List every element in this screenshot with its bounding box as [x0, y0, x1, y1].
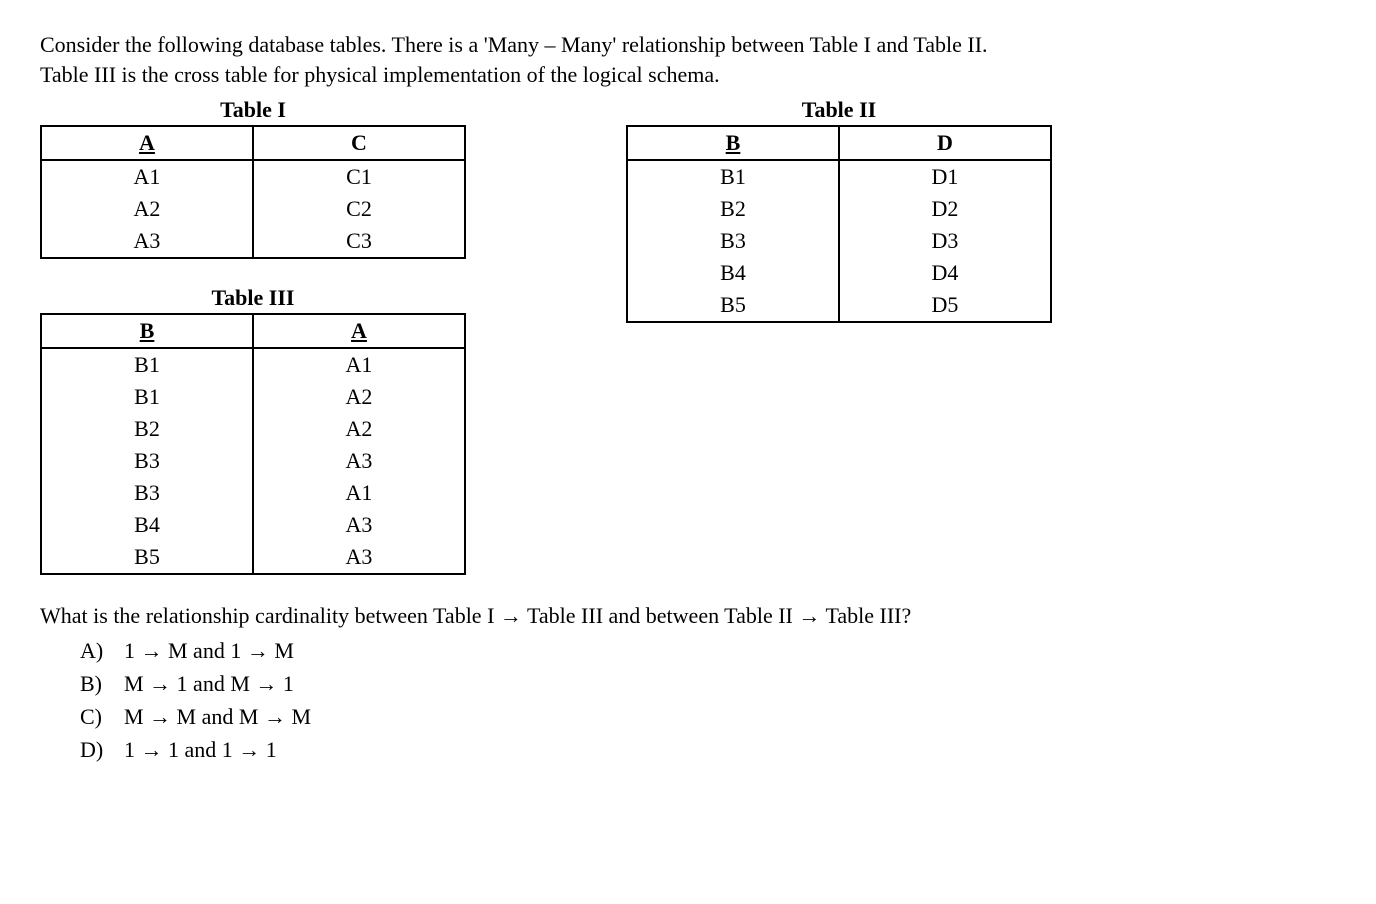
option-b-text: M → 1 and M → 1 [124, 669, 294, 700]
table-row: A3 C3 [41, 225, 465, 258]
table-cell: A3 [253, 541, 465, 574]
table-cell: B5 [627, 289, 839, 322]
table-row: A1 C1 [41, 160, 465, 193]
table-cell: B3 [41, 445, 253, 477]
table-cell: A3 [253, 445, 465, 477]
table-cell: A2 [253, 413, 465, 445]
table-3: B A B1 A1 B1 A2 B2 A2 B3 A3 [40, 313, 466, 575]
table-row: B1 A1 [41, 348, 465, 381]
table-1-header-a: A [41, 126, 253, 160]
table-cell: D2 [839, 193, 1051, 225]
table-1-header-c: C [253, 126, 465, 160]
option-c-letter: C) [80, 702, 110, 733]
table-cell: B2 [627, 193, 839, 225]
table-cell: D3 [839, 225, 1051, 257]
options-list: A) 1 → M and 1 → M B) M → 1 and M → 1 C)… [80, 636, 1336, 765]
table-2-header-b: B [627, 126, 839, 160]
table-3-block: Table III B A B1 A1 B1 A2 B2 A2 [40, 285, 466, 575]
table-row: A2 C2 [41, 193, 465, 225]
table-row: B1 D1 [627, 160, 1051, 193]
table-2: B D B1 D1 B2 D2 B3 D3 B4 D4 B5 D5 [626, 125, 1052, 323]
intro-text: Consider the following database tables. … [40, 30, 1336, 89]
table-cell: B4 [627, 257, 839, 289]
table-cell: B4 [41, 509, 253, 541]
table-cell: C3 [253, 225, 465, 258]
table-row: B2 D2 [627, 193, 1051, 225]
table-row: B1 A2 [41, 381, 465, 413]
table-cell: A3 [41, 225, 253, 258]
table-row: B5 D5 [627, 289, 1051, 322]
table-row: B3 D3 [627, 225, 1051, 257]
table-cell: A1 [253, 348, 465, 381]
table-3-title: Table III [212, 285, 295, 311]
table-row: B4 D4 [627, 257, 1051, 289]
table-2-title: Table II [802, 97, 876, 123]
table-cell: D1 [839, 160, 1051, 193]
option-a-text: 1 → M and 1 → M [124, 636, 294, 667]
table-cell: B3 [627, 225, 839, 257]
table-2-header-row: B D [627, 126, 1051, 160]
option-d: D) 1 → 1 and 1 → 1 [80, 735, 1336, 766]
table-cell: B1 [41, 348, 253, 381]
option-a-letter: A) [80, 636, 110, 667]
table-cell: A1 [41, 160, 253, 193]
question-block: What is the relationship cardinality bet… [40, 601, 1336, 765]
table-cell: B2 [41, 413, 253, 445]
intro-line-1: Consider the following database tables. … [40, 32, 988, 57]
table-2-header-d: D [839, 126, 1051, 160]
left-column: Table I A C A1 C1 A2 C2 A3 C3 [40, 97, 466, 575]
table-cell: B3 [41, 477, 253, 509]
table-1-header-row: A C [41, 126, 465, 160]
table-3-header-row: B A [41, 314, 465, 348]
table-cell: A3 [253, 509, 465, 541]
table-cell: A1 [253, 477, 465, 509]
intro-line-2: Table III is the cross table for physica… [40, 62, 720, 87]
table-row: B5 A3 [41, 541, 465, 574]
table-row: B4 A3 [41, 509, 465, 541]
option-b-letter: B) [80, 669, 110, 700]
option-c-text: M → M and M → M [124, 702, 311, 733]
table-1-title: Table I [220, 97, 286, 123]
table-2-block: Table II B D B1 D1 B2 D2 B3 D3 B4 D4 [626, 97, 1052, 323]
table-cell: A2 [253, 381, 465, 413]
table-cell: B1 [41, 381, 253, 413]
option-d-letter: D) [80, 735, 110, 766]
table-cell: A2 [41, 193, 253, 225]
tables-container: Table I A C A1 C1 A2 C2 A3 C3 [40, 97, 1336, 575]
table-row: B3 A1 [41, 477, 465, 509]
table-row: B2 A2 [41, 413, 465, 445]
table-cell: C1 [253, 160, 465, 193]
table-3-header-a: A [253, 314, 465, 348]
table-cell: C2 [253, 193, 465, 225]
table-3-header-b: B [41, 314, 253, 348]
option-a: A) 1 → M and 1 → M [80, 636, 1336, 667]
table-1-block: Table I A C A1 C1 A2 C2 A3 C3 [40, 97, 466, 259]
table-cell: D4 [839, 257, 1051, 289]
table-cell: B1 [627, 160, 839, 193]
table-row: B3 A3 [41, 445, 465, 477]
table-cell: D5 [839, 289, 1051, 322]
question-text: What is the relationship cardinality bet… [40, 601, 1336, 632]
option-d-text: 1 → 1 and 1 → 1 [124, 735, 277, 766]
table-1: A C A1 C1 A2 C2 A3 C3 [40, 125, 466, 259]
option-c: C) M → M and M → M [80, 702, 1336, 733]
table-cell: B5 [41, 541, 253, 574]
option-b: B) M → 1 and M → 1 [80, 669, 1336, 700]
